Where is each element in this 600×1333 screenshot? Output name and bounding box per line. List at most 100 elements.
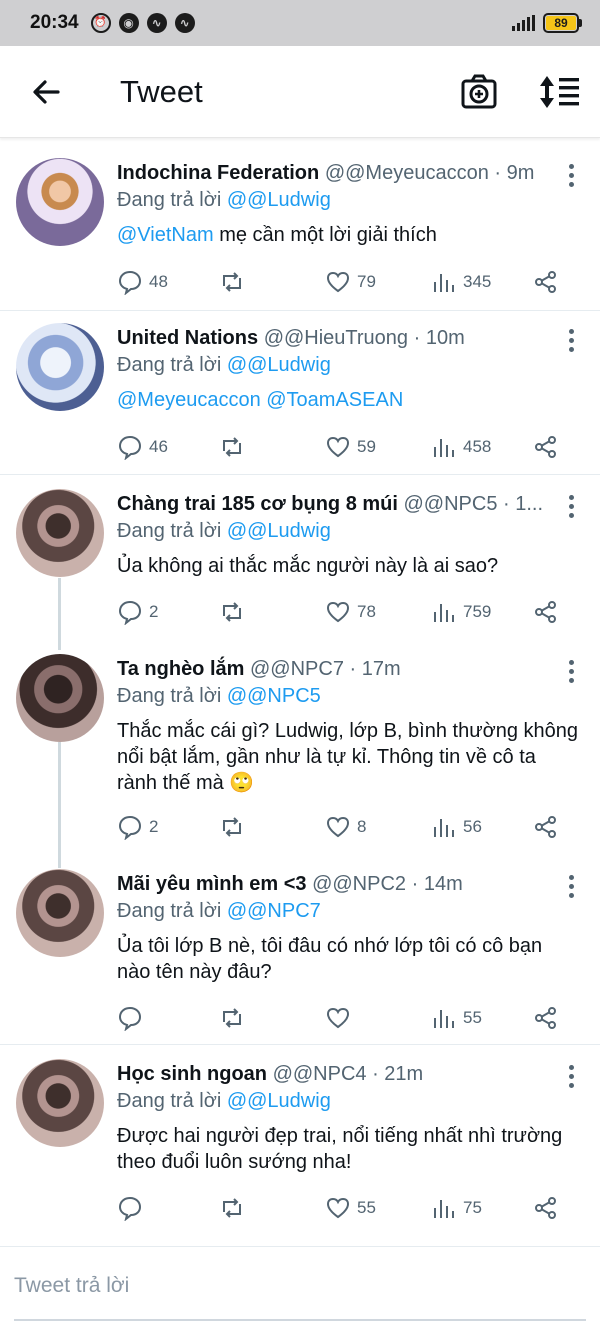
reply-input[interactable]: Tweet trả lời [14,1274,129,1298]
share-button[interactable] [533,1003,559,1033]
like-button[interactable] [325,1003,357,1033]
author-handle[interactable]: @@HieuTruong [264,327,408,349]
reply-context: Đang trả lời @@Ludwig [117,1090,331,1112]
camera-plus-icon[interactable] [460,74,498,110]
battery-level: 89 [546,16,576,30]
view-count: 55 [463,1008,482,1027]
reply-mention[interactable]: @@NPC5 [227,685,321,707]
like-button[interactable]: 79 [325,267,376,297]
avatar[interactable] [16,654,104,742]
avatar[interactable] [16,158,104,246]
tweet-item[interactable]: Chàng trai 185 cơ bụng 8 múi @@NPC5 · 1.… [0,475,600,640]
view-count: 759 [463,602,492,621]
share-button[interactable] [533,1193,559,1223]
reply-mention[interactable]: @@Ludwig [227,520,331,542]
views-button[interactable]: 55 [431,1003,482,1033]
share-button[interactable] [533,267,559,297]
avatar[interactable] [16,323,104,411]
reply-button[interactable]: 2 [117,597,158,627]
author-name[interactable]: Chàng trai 185 cơ bụng 8 múi [117,493,398,515]
like-button[interactable]: 59 [325,432,376,462]
reply-composer: Tweet trả lời [0,1246,600,1333]
more-options-icon[interactable] [564,658,578,684]
like-button[interactable]: 55 [325,1193,376,1223]
messenger-icon: ∿ [146,13,167,33]
views-button[interactable]: 56 [431,812,482,842]
share-icon [535,271,556,293]
retweet-button[interactable] [219,1003,245,1033]
share-button[interactable] [533,597,559,627]
text-mention[interactable]: @VietNam [117,224,214,246]
share-button[interactable] [533,812,559,842]
page-title: Tweet [120,74,203,109]
views-button[interactable]: 759 [431,597,491,627]
like-count: 79 [357,272,376,291]
tweet-time: · 17m [349,658,401,680]
tweet-text: Được hai người đẹp trai, nổi tiếng nhất … [117,1125,563,1173]
retweet-button[interactable] [219,597,245,627]
reply-mention[interactable]: @@Ludwig [227,1090,331,1112]
more-options-icon[interactable] [564,327,578,353]
tweet-item[interactable]: Indochina Federation @@Meyeucaccon · 9m … [0,146,600,311]
reply-button[interactable]: 46 [117,432,168,462]
tweet-item[interactable]: Học sinh ngoan @@NPC4 · 21m Đang trả lời… [0,1045,600,1240]
reply-button[interactable] [117,1193,149,1223]
reply-mention[interactable]: @@Ludwig [227,354,331,376]
author-handle[interactable]: @@NPC7 [250,658,344,680]
more-options-icon[interactable] [564,493,578,519]
views-button[interactable]: 458 [431,432,491,462]
tweet-item[interactable]: Ta nghèo lắm @@NPC7 · 17m Đang trả lời @… [0,640,600,855]
tweet-actions: 55 [117,1003,577,1033]
author-name[interactable]: Học sinh ngoan [117,1063,267,1085]
signal-icon [512,15,535,31]
tweet-item[interactable]: Mãi yêu mình em <3 @@NPC2 · 14m Đang trả… [0,855,600,1045]
avatar[interactable] [16,1059,104,1147]
views-button[interactable]: 75 [431,1193,482,1223]
reply-count: 46 [149,437,168,456]
more-options-icon[interactable] [564,873,578,899]
sort-icon[interactable] [538,74,582,110]
author-name[interactable]: Ta nghèo lắm [117,658,244,680]
tweet-time: · 14m [411,873,463,895]
heart-icon [326,436,350,458]
author-name[interactable]: United Nations [117,327,258,349]
views-button[interactable]: 345 [431,267,491,297]
retweet-button[interactable] [219,432,245,462]
like-count: 8 [357,817,367,836]
messenger-icon: ◉ [118,13,139,33]
status-bar: 20:34 ⏰ ◉ ∿ ∿ 89 [0,0,600,46]
share-button[interactable] [533,432,559,462]
reply-mention[interactable]: @@NPC7 [227,900,321,922]
reply-context: Đang trả lời @@NPC5 [117,685,321,707]
more-options-icon[interactable] [564,1063,578,1089]
retweet-icon [223,437,241,457]
arrow-left-icon[interactable] [28,74,68,110]
retweet-icon [223,1008,241,1028]
author-handle[interactable]: @@Meyeucaccon [325,162,489,184]
messenger-icon: ∿ [174,13,195,33]
text-mention[interactable]: @Meyeucaccon @ToamASEAN [117,389,403,411]
reply-mention[interactable]: @@Ludwig [227,189,331,211]
reply-button[interactable]: 2 [117,812,158,842]
author-handle[interactable]: @@NPC5 [404,493,498,515]
more-options-icon[interactable] [564,162,578,188]
retweet-button[interactable] [219,812,245,842]
avatar[interactable] [16,489,104,577]
avatar[interactable] [16,869,104,957]
tweet-item[interactable]: United Nations @@HieuTruong · 10m Đang t… [0,311,600,475]
tweet-actions: 2 78 759 [117,597,577,627]
tweet-text: @VietNam mẹ cần một lời giải thích [117,224,437,246]
author-handle[interactable]: @@NPC4 [273,1063,367,1085]
view-count: 458 [463,437,492,456]
retweet-button[interactable] [219,267,245,297]
reply-button[interactable]: 48 [117,267,168,297]
reply-button[interactable] [117,1003,149,1033]
author-name[interactable]: Mãi yêu mình em <3 [117,873,307,895]
like-button[interactable]: 78 [325,597,376,627]
view-count: 75 [463,1198,482,1217]
author-handle[interactable]: @@NPC2 [312,873,406,895]
tweet-time: · 9m [494,162,535,184]
like-button[interactable]: 8 [325,812,366,842]
author-name[interactable]: Indochina Federation [117,162,319,184]
retweet-button[interactable] [219,1193,245,1223]
